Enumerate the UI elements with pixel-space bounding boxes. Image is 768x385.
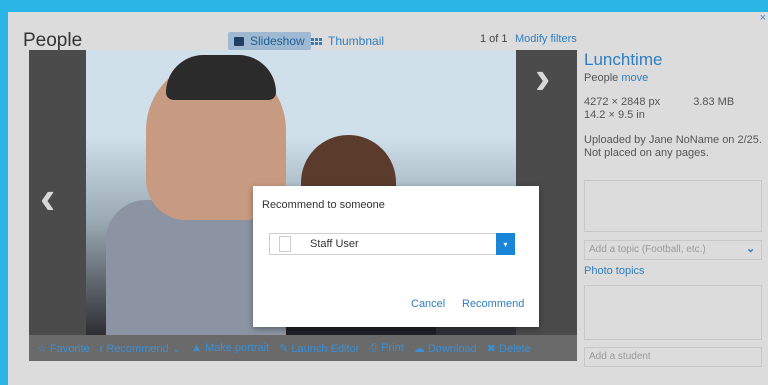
photo-section: People move (584, 72, 764, 84)
modify-filters-link[interactable]: Modify filters (515, 33, 577, 45)
photo-toolbar: ☆ Favorite r Recommend ⌄ ▲ Make portrait… (29, 335, 577, 361)
print-button[interactable]: ⎙ Print (369, 342, 403, 355)
slideshow-icon (234, 36, 244, 46)
recommend-button[interactable]: r Recommend ⌄ (100, 342, 181, 355)
dialog-title: Recommend to someone (262, 199, 385, 211)
user-checkbox[interactable] (279, 236, 291, 252)
topic-input[interactable]: Add a topic (Football, etc.) (584, 240, 762, 260)
placement-status: Not placed on any pages. (584, 147, 709, 159)
download-button[interactable]: ☁ Download (414, 342, 477, 355)
section-label: People (584, 72, 619, 84)
recommend-submit-button[interactable]: Recommend (462, 298, 524, 310)
slideshow-button[interactable]: Slideshow (228, 32, 311, 50)
print-size: 14.2 × 9.5 in (584, 109, 645, 121)
recommend-dialog: Recommend to someone Staff User ▾ Cancel… (253, 186, 539, 327)
dimensions: 4272 × 2848 px (584, 96, 661, 108)
caption-textarea[interactable] (584, 180, 762, 232)
move-link[interactable]: move (621, 72, 648, 84)
chevron-down-icon[interactable]: ⌄ (746, 242, 755, 255)
photo-counter: 1 of 1 (480, 33, 508, 45)
slideshow-label: Slideshow (250, 34, 305, 48)
photo-topics-link[interactable]: Photo topics (584, 265, 645, 277)
photo-metadata: 4272 × 2848 px 3.83 MB 14.2 × 9.5 in (584, 96, 764, 122)
cancel-button[interactable]: Cancel (411, 298, 445, 310)
selected-user: Staff User (310, 238, 359, 250)
thumbnail-label: Thumbnail (328, 34, 385, 48)
uploaded-by: Uploaded by Jane NoName on 2/25. (584, 134, 762, 146)
student-input[interactable]: Add a student (584, 347, 762, 367)
grid-icon (311, 37, 322, 45)
file-size: 3.83 MB (693, 96, 735, 108)
page-title: People (23, 30, 83, 51)
dropdown-arrow-icon[interactable]: ▾ (496, 233, 515, 255)
upload-info: Uploaded by Jane NoName on 2/25. Not pla… (584, 134, 764, 160)
photo-details: Lunchtime People move 4272 × 2848 px 3.8… (584, 50, 764, 160)
thumbnail-button[interactable]: Thumbnail (305, 32, 390, 50)
photo-title: Lunchtime (584, 50, 663, 69)
previous-arrow-icon[interactable]: ‹ (40, 170, 55, 224)
user-select[interactable]: Staff User ▾ (269, 233, 515, 255)
make-portrait-button[interactable]: ▲ Make portrait (191, 342, 269, 354)
favorite-button[interactable]: ☆ Favorite (37, 342, 90, 355)
topics-textarea[interactable] (584, 285, 762, 340)
close-icon[interactable]: × (760, 12, 766, 24)
launch-editor-button[interactable]: ✎ Launch Editor (279, 342, 359, 355)
delete-button[interactable]: ✖ Delete (487, 342, 531, 355)
